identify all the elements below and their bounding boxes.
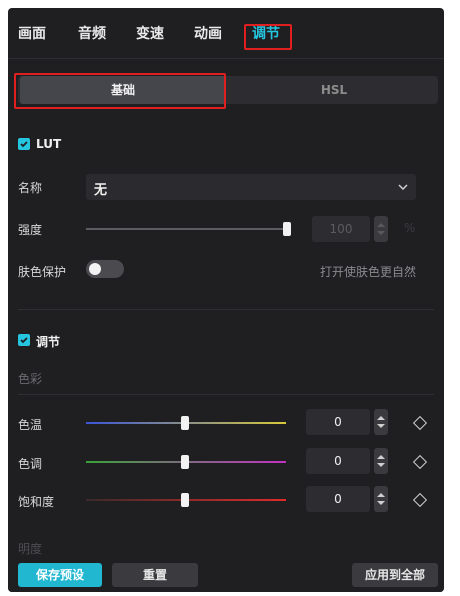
adjust-panel: 画面 音频 变速 动画 调节 基础 HSL LUT 名称 无 强度 100 % … [8, 8, 444, 592]
temperature-label: 色温 [18, 418, 43, 432]
saturation-keyframe-diamond-icon[interactable] [412, 492, 428, 508]
tab-animation[interactable]: 动画 [194, 22, 222, 46]
strength-unit: % [404, 221, 416, 235]
tint-stepper-icon[interactable] [374, 448, 388, 474]
skin-protect-label: 肤色保护 [18, 265, 67, 279]
apply-all-button[interactable]: 应用到全部 [352, 563, 438, 587]
subtab-hsl[interactable]: HSL [232, 76, 436, 104]
tab-speed[interactable]: 变速 [136, 22, 164, 46]
toggle-knob [89, 263, 101, 275]
temperature-stepper-icon[interactable] [374, 409, 388, 435]
temperature-keyframe-diamond-icon[interactable] [412, 415, 428, 431]
tint-label: 色调 [18, 457, 43, 471]
lut-name-select[interactable]: 无 [86, 174, 416, 200]
tab-divider [8, 58, 444, 59]
lut-strength-label: 强度 [18, 223, 43, 237]
adjust-checkbox[interactable] [18, 334, 30, 346]
check-icon [20, 337, 28, 344]
color-divider [18, 394, 434, 395]
lut-checkbox[interactable] [18, 138, 30, 150]
skin-protect-toggle[interactable] [86, 260, 124, 278]
tint-slider-thumb[interactable] [181, 455, 189, 469]
tab-audio[interactable]: 音频 [78, 22, 106, 46]
footer-bar: 保存预设 重置 应用到全部 [8, 558, 444, 592]
strength-slider-thumb[interactable] [283, 222, 291, 236]
saturation-slider-thumb[interactable] [181, 493, 189, 507]
brightness-section-label: 明度 [18, 542, 43, 556]
strength-slider-track[interactable] [86, 228, 286, 230]
skin-protect-hint: 打开使肤色更自然 [320, 265, 417, 279]
highlight-box-subtab [14, 73, 226, 109]
lut-title: LUT [36, 137, 62, 151]
tab-picture[interactable]: 画面 [18, 22, 46, 46]
tint-keyframe-diamond-icon[interactable] [412, 454, 428, 470]
lut-name-label: 名称 [18, 181, 43, 195]
strength-stepper-icon[interactable] [374, 216, 388, 242]
top-tab-bar: 画面 音频 变速 动画 调节 [8, 8, 444, 58]
color-section-label: 色彩 [18, 372, 43, 386]
temperature-slider-thumb[interactable] [181, 416, 189, 430]
saturation-stepper-icon[interactable] [374, 486, 388, 512]
highlight-box-tab [244, 24, 292, 50]
saturation-input[interactable]: 0 [306, 486, 370, 512]
chevron-down-icon [398, 184, 408, 190]
adjust-title: 调节 [36, 335, 61, 349]
strength-input[interactable]: 100 [312, 216, 370, 242]
check-icon [20, 141, 28, 148]
saturation-label: 饱和度 [18, 495, 55, 509]
lut-name-value: 无 [94, 183, 108, 198]
tint-input[interactable]: 0 [306, 448, 370, 474]
reset-button[interactable]: 重置 [112, 563, 198, 587]
temperature-input[interactable]: 0 [306, 409, 370, 435]
save-preset-button[interactable]: 保存预设 [18, 563, 102, 587]
section-divider [18, 309, 434, 310]
